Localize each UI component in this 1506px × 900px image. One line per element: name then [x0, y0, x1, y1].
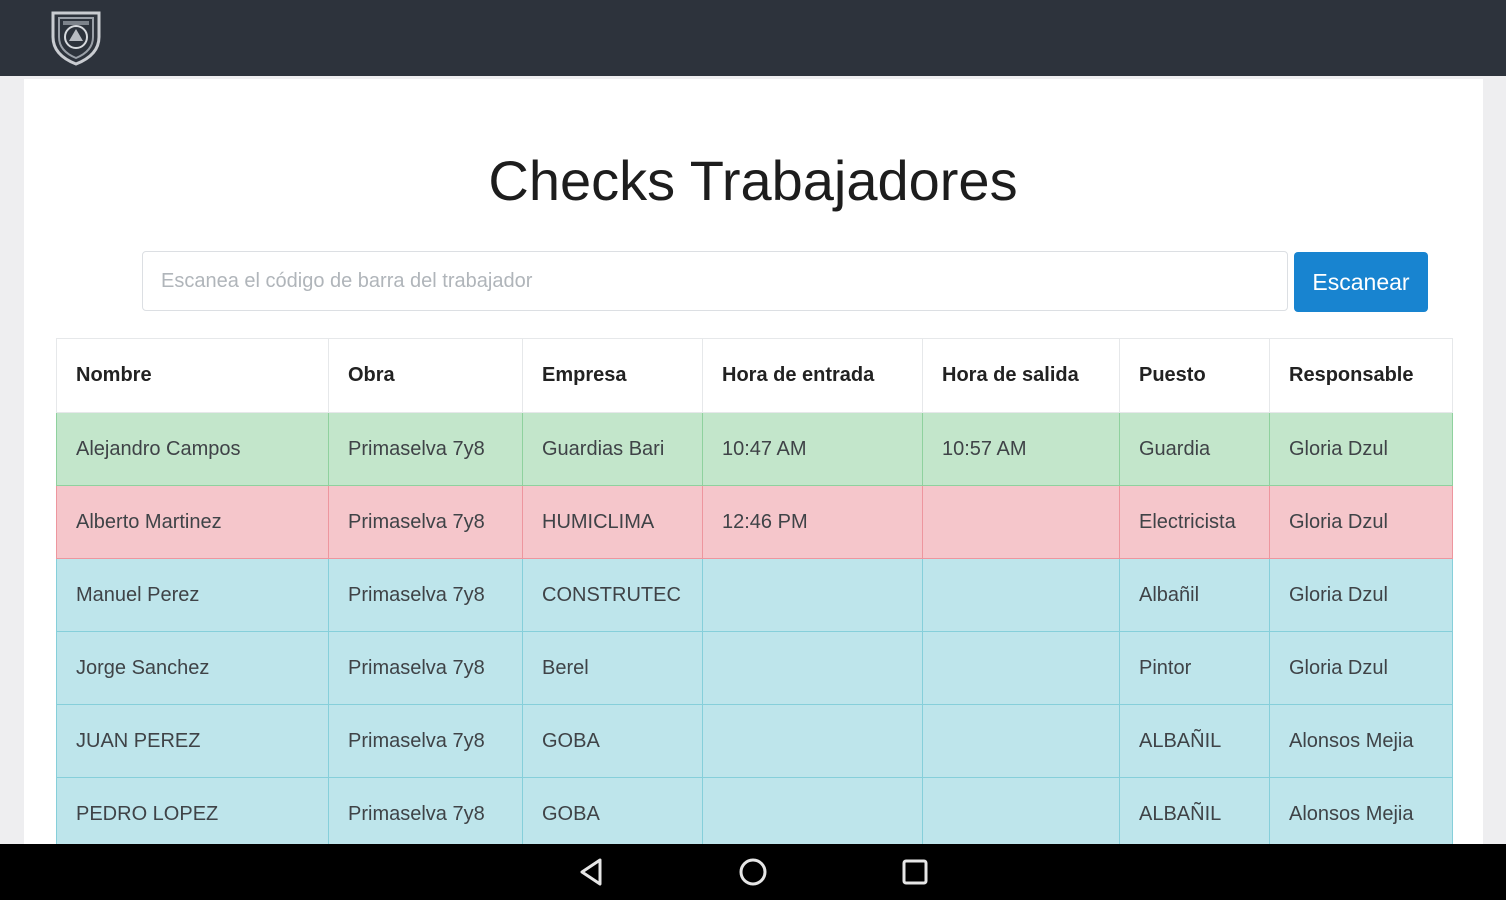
- cell-hora-entrada: [702, 631, 923, 705]
- table-row[interactable]: Manuel Perez Primaselva 7y8 CONSTRUTEC A…: [56, 558, 1453, 632]
- column-header-hora-salida[interactable]: Hora de salida: [922, 338, 1120, 413]
- cell-nombre: Manuel Perez: [56, 558, 329, 632]
- cell-empresa: Guardias Bari: [522, 412, 703, 486]
- cell-puesto: Pintor: [1119, 631, 1270, 705]
- cell-empresa: CONSTRUTEC: [522, 558, 703, 632]
- cell-nombre: PEDRO LOPEZ: [56, 777, 329, 851]
- cell-responsable: Alonsos Mejia: [1269, 704, 1453, 778]
- cell-empresa: HUMICLIMA: [522, 485, 703, 559]
- cell-puesto: ALBAÑIL: [1119, 704, 1270, 778]
- shield-badge-icon[interactable]: [45, 7, 107, 67]
- home-circle-icon[interactable]: [733, 852, 773, 892]
- cell-hora-entrada: 10:47 AM: [702, 412, 923, 486]
- cell-hora-entrada: 12:46 PM: [702, 485, 923, 559]
- cell-hora-salida: [922, 631, 1120, 705]
- cell-nombre: JUAN PEREZ: [56, 704, 329, 778]
- cell-hora-salida: [922, 485, 1120, 559]
- column-header-empresa[interactable]: Empresa: [522, 338, 703, 413]
- table-row[interactable]: Alberto Martinez Primaselva 7y8 HUMICLIM…: [56, 485, 1453, 559]
- cell-obra: Primaselva 7y8: [328, 558, 523, 632]
- cell-obra: Primaselva 7y8: [328, 412, 523, 486]
- cell-obra: Primaselva 7y8: [328, 485, 523, 559]
- cell-empresa: GOBA: [522, 777, 703, 851]
- recents-square-icon[interactable]: [895, 852, 935, 892]
- column-header-obra[interactable]: Obra: [328, 338, 523, 413]
- table-header-row: Nombre Obra Empresa Hora de entrada Hora…: [56, 338, 1453, 413]
- cell-responsable: Gloria Dzul: [1269, 631, 1453, 705]
- cell-nombre: Alejandro Campos: [56, 412, 329, 486]
- cell-hora-salida: [922, 704, 1120, 778]
- workers-table: Nombre Obra Empresa Hora de entrada Hora…: [56, 338, 1453, 851]
- column-header-puesto[interactable]: Puesto: [1119, 338, 1270, 413]
- cell-puesto: Albañil: [1119, 558, 1270, 632]
- table-row[interactable]: Jorge Sanchez Primaselva 7y8 Berel Pinto…: [56, 631, 1453, 705]
- cell-hora-salida: [922, 777, 1120, 851]
- cell-obra: Primaselva 7y8: [328, 631, 523, 705]
- cell-hora-salida: 10:57 AM: [922, 412, 1120, 486]
- table-row[interactable]: Alejandro Campos Primaselva 7y8 Guardias…: [56, 412, 1453, 486]
- page-title: Checks Trabajadores: [488, 149, 1018, 212]
- cell-obra: Primaselva 7y8: [328, 777, 523, 851]
- cell-puesto: Electricista: [1119, 485, 1270, 559]
- cell-puesto: Guardia: [1119, 412, 1270, 486]
- back-triangle-icon[interactable]: [572, 852, 612, 892]
- barcode-search-input[interactable]: [142, 251, 1288, 311]
- column-header-responsable[interactable]: Responsable: [1269, 338, 1453, 413]
- cell-responsable: Gloria Dzul: [1269, 558, 1453, 632]
- cell-responsable: Gloria Dzul: [1269, 412, 1453, 486]
- cell-puesto: ALBAÑIL: [1119, 777, 1270, 851]
- cell-hora-entrada: [702, 704, 923, 778]
- cell-nombre: Jorge Sanchez: [56, 631, 329, 705]
- top-app-bar: [0, 0, 1506, 76]
- cell-hora-entrada: [702, 777, 923, 851]
- table-row[interactable]: JUAN PEREZ Primaselva 7y8 GOBA ALBAÑIL A…: [56, 704, 1453, 778]
- cell-responsable: Gloria Dzul: [1269, 485, 1453, 559]
- cell-hora-salida: [922, 558, 1120, 632]
- system-navigation-bar: [0, 844, 1506, 900]
- cell-empresa: GOBA: [522, 704, 703, 778]
- column-header-nombre[interactable]: Nombre: [56, 338, 329, 413]
- cell-hora-entrada: [702, 558, 923, 632]
- column-header-hora-entrada[interactable]: Hora de entrada: [702, 338, 923, 413]
- cell-responsable: Alonsos Mejia: [1269, 777, 1453, 851]
- table-row[interactable]: PEDRO LOPEZ Primaselva 7y8 GOBA ALBAÑIL …: [56, 777, 1453, 851]
- scan-button[interactable]: Escanear: [1294, 252, 1428, 312]
- cell-empresa: Berel: [522, 631, 703, 705]
- cell-nombre: Alberto Martinez: [56, 485, 329, 559]
- cell-obra: Primaselva 7y8: [328, 704, 523, 778]
